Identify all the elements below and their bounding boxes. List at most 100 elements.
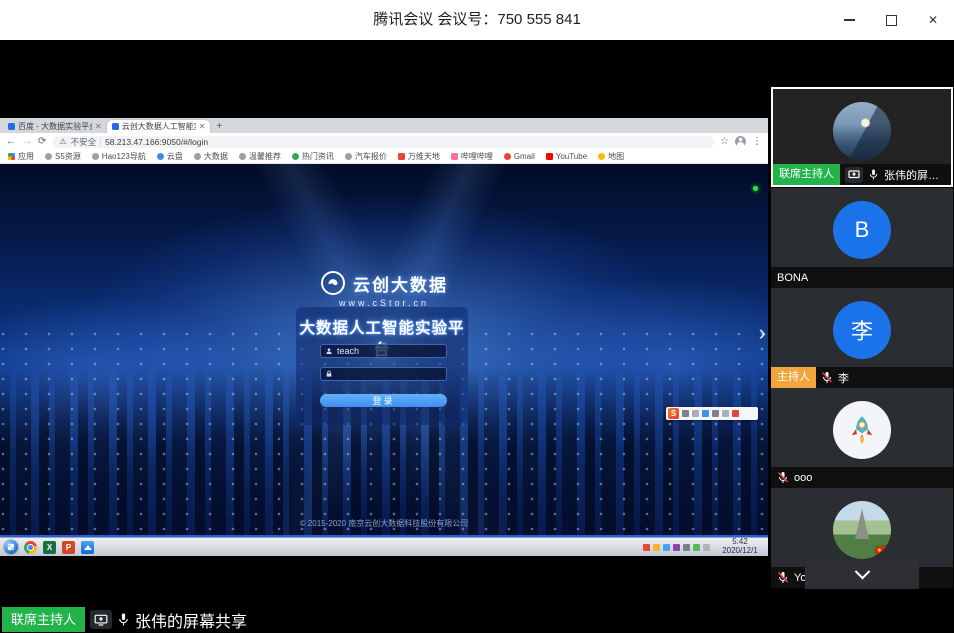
site-icon [398,153,405,160]
site-icon [239,153,246,160]
browser-tab-login[interactable]: 云创大数据人工智能实验平台 | 登录 ✕ [107,120,211,133]
address-bar[interactable]: ⚠ 不安全 58.213.47.166:9050/#/login [52,136,714,148]
new-tab-button[interactable]: + [216,120,222,133]
presenter-banner: 联席主持人 张伟的屏幕共享 [2,607,247,632]
minimize-icon [844,19,855,21]
bookmark-youtube[interactable]: YouTube [546,152,587,161]
powerpoint-icon[interactable]: P [62,541,75,554]
password-input[interactable] [337,369,442,379]
mic-muted-icon [821,371,833,384]
user-icon [325,347,333,355]
cstor-logo-icon [320,270,346,296]
bookmark-item[interactable]: 汽车报价 [345,151,387,162]
ime-mic-icon [702,410,709,417]
brand-block: 云创大数据 www.cStor.cn [0,270,768,308]
start-button[interactable] [4,540,18,554]
url-text: 58.213.47.166:9050/#/login [105,137,208,147]
tray-icon [693,544,700,551]
ime-skin-icon [732,410,739,417]
tray-icon [663,544,670,551]
taskbar-clock: 5:42 2020/12/1 [716,538,764,556]
bookmark-star-icon[interactable]: ☆ [720,136,729,147]
participant-tile-zhangwei[interactable]: 联席主持人 张伟的屏… [771,87,953,187]
chevron-down-icon [854,564,870,580]
login-panel: 大数据人工智能实验平台 [296,307,468,425]
participant-name: BONA [777,272,808,284]
username-input[interactable] [337,346,442,356]
bookmark-item[interactable]: S5资源 [45,151,81,162]
ime-punct-icon [692,410,699,417]
bookmarks-bar: 应用 S5资源 Hao123导航 云盘 大数据 温馨推荐 热门资讯 汽车报价 万… [0,150,768,164]
lock-icon [325,370,333,378]
bookmark-item[interactable]: 哔哩哔哩 [451,151,493,162]
mic-on-icon [117,612,130,627]
close-icon: ✕ [928,14,938,26]
bookmark-item[interactable]: 大数据 [194,151,228,162]
participant-name: 张伟的屏… [884,167,939,183]
maximize-button[interactable] [870,0,912,40]
tray-icon [673,544,680,551]
username-field-wrap [320,344,447,358]
warning-icon: ⚠ [59,137,66,146]
bookmark-item[interactable]: 云盘 [157,151,183,162]
bookmark-item[interactable]: 温馨推荐 [239,151,281,162]
tab-close-icon[interactable]: ✕ [95,122,102,131]
window-controls: ✕ [828,0,954,40]
system-tray[interactable] [643,544,710,551]
collapse-video-list-button[interactable] [805,560,919,589]
participant-tile-ooo[interactable]: ooo [771,388,953,488]
cohost-badge: 联席主持人 [773,164,840,185]
participant-tile-li[interactable]: 李 主持人 李 [771,288,953,388]
youtube-icon [546,153,553,160]
chrome-icon[interactable] [24,541,37,554]
site-icon [92,153,99,160]
browser-menu-icon[interactable]: ⋮ [752,136,762,147]
monument-shape [855,509,869,539]
sogou-input-bar[interactable]: S [666,407,758,420]
close-button[interactable]: ✕ [912,0,954,40]
site-icon [194,153,201,160]
minimize-button[interactable] [828,0,870,40]
tab-close-icon[interactable]: ✕ [199,122,206,131]
forward-icon[interactable]: → [22,137,32,147]
divider [100,138,101,146]
reload-icon[interactable]: ⟳ [38,137,46,147]
shared-screen: 百度 - 大数据实验平台 | 首页 ✕ 云创大数据人工智能实验平台 | 登录 ✕… [0,40,768,600]
participant-name: 李 [838,370,849,386]
browser-tabstrip: 百度 - 大数据实验平台 | 首页 ✕ 云创大数据人工智能实验平台 | 登录 ✕… [0,118,768,133]
bookmark-gmail[interactable]: Gmail [504,152,535,161]
ime-keyboard-icon [712,410,719,417]
maximize-icon [886,15,897,26]
back-icon[interactable]: ← [6,137,16,147]
bookmark-item[interactable]: 万维天地 [398,151,440,162]
tray-icon [653,544,660,551]
login-page: 云创大数据 www.cStor.cn 大数据人工智能实验平台 [0,164,768,537]
mic-muted-icon [777,571,789,584]
status-dot [753,186,758,191]
cohost-badge: 联席主持人 [2,607,85,632]
password-field-wrap [320,367,447,381]
shared-taskbar: X P 5:42 2020/12/1 [0,537,768,556]
carousel-next-arrow[interactable]: › [759,322,766,344]
app-icon-blue[interactable] [81,541,94,554]
participant-tile-bona[interactable]: B BONA [771,188,953,288]
china-flag-icon [875,545,891,557]
clock-time: 5:42 [732,537,748,546]
tray-icon [703,544,710,551]
avatar: 李 [833,301,891,359]
bookmark-item[interactable]: Hao123导航 [92,151,146,162]
bookmark-item[interactable]: 热门资讯 [292,151,334,162]
browser-tab-baidu[interactable]: 百度 - 大数据实验平台 | 首页 ✕ [3,120,107,133]
titlebar: 腾讯会议 会议号：750 555 841 ✕ [0,0,954,41]
profile-icon[interactable] [735,136,746,147]
login-button[interactable]: 登录 [320,394,447,407]
bookmark-apps[interactable]: 应用 [8,151,34,162]
bookmark-item[interactable]: 地图 [598,151,624,162]
avatar [833,102,891,160]
host-badge: 主持人 [771,367,816,388]
tab-title: 百度 - 大数据实验平台 | 首页 [18,121,92,132]
participants-panel: 联席主持人 张伟的屏… [771,87,953,590]
participant-namebar: ooo [771,467,953,488]
excel-icon[interactable]: X [43,541,56,554]
site-icon [45,153,52,160]
